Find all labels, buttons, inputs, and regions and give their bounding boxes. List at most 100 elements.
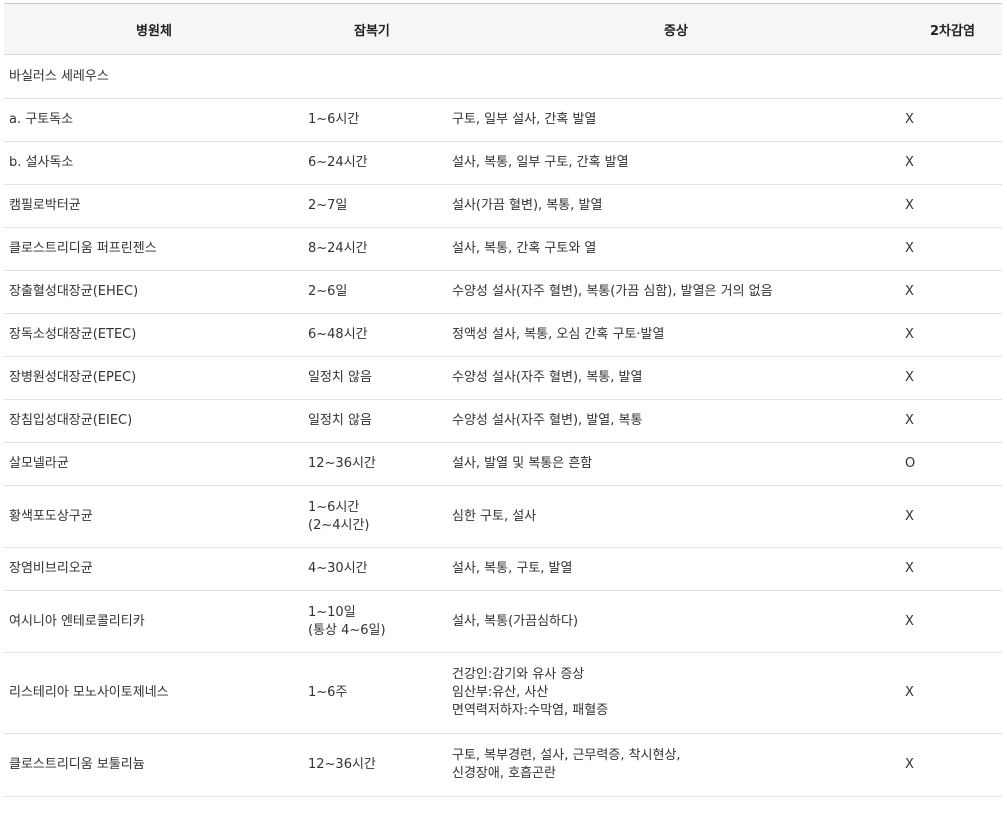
cell-pathogen: 장출혈성대장균(EHEC) [4,270,304,314]
table-header-row: 병원체 잠복기 증상 2차감염 [4,3,1002,55]
symptom-line: 설사, 복통, 간혹 구토와 열 [452,241,597,256]
cell-symptoms: 수양성 설사(자주 혈변), 발열, 복통 [452,399,905,443]
incubation-line: 1~6시간 [308,112,360,127]
group-row: 바실러스 세레우스 [4,54,1002,99]
incubation-line: 6~48시간 [308,327,368,342]
incubation-line: 2~7일 [308,198,348,213]
incubation-line: (통상 4~6일) [308,622,386,638]
cell-secondary-infection: X [905,547,1002,591]
group-row-label: 바실러스 세레우스 [4,54,1002,99]
cell-incubation: 1~6주 [304,652,452,734]
table-row: 장침입성대장균(EIEC) 일정치 않음 수양성 설사(자주 혈변), 발열, 복통… [4,399,1002,443]
symptom-line: 구토, 일부 설사, 간혹 발열 [452,112,597,127]
pathogen-table: 병원체 잠복기 증상 2차감염 바실러스 세레우스 a. 구토독소 1~6시간 구토… [4,3,1002,797]
cell-secondary-infection: X [905,313,1002,357]
cell-symptoms: 설사, 복통, 일부 구토, 간혹 발열 [452,141,905,185]
cell-pathogen: 황색포도상구균 [4,485,304,548]
cell-secondary-infection: X [905,733,1002,797]
cell-incubation: 2~7일 [304,184,452,228]
symptom-line: 심한 구토, 설사 [452,508,537,524]
symptom-line: 신경장애, 호흡곤란 [452,766,556,781]
cell-pathogen: 리스테리아 모노사이토제네스 [4,652,304,734]
incubation-line: 12~36시간 [308,757,376,772]
table-row: 장병원성대장균(EPEC) 일정치 않음 수양성 설사(자주 혈변), 복통, 발열… [4,356,1002,400]
header-secondary-infection: 2차감염 [905,3,1002,55]
cell-secondary-infection: X [905,270,1002,314]
cell-incubation: 일정치 않음 [304,356,452,400]
cell-secondary-infection: X [905,98,1002,142]
cell-symptoms: 수양성 설사(자주 혈변), 복통(가끔 심함), 발열은 거의 없음 [452,270,905,314]
symptom-line: 설사(가끔 혈변), 복통, 발열 [452,198,603,213]
cell-secondary-infection: X [905,590,1002,653]
symptom-line: 수양성 설사(자주 혈변), 발열, 복통 [452,413,643,428]
cell-pathogen: 살모넬라균 [4,442,304,486]
cell-secondary-infection: X [905,652,1002,734]
cell-symptoms: 수양성 설사(자주 혈변), 복통, 발열 [452,356,905,400]
header-incubation: 잠복기 [304,3,452,55]
incubation-line: 2~6일 [308,284,348,299]
cell-incubation: 6~48시간 [304,313,452,357]
cell-symptoms: 구토, 일부 설사, 간혹 발열 [452,98,905,142]
cell-incubation: 12~36시간 [304,733,452,797]
table-row: 캠필로박터균 2~7일 설사(가끔 혈변), 복통, 발열 X [4,184,1002,228]
cell-incubation: 1~6시간 [304,98,452,142]
table-row: 황색포도상구균 1~6시간 (2~4시간) 심한 구토, 설사 X [4,485,1002,548]
incubation-line: 1~6주 [308,685,348,700]
cell-incubation: 4~30시간 [304,547,452,591]
cell-pathogen: 장병원성대장균(EPEC) [4,356,304,400]
cell-secondary-infection: X [905,485,1002,548]
incubation-line: 6~24시간 [308,155,368,170]
cell-pathogen: 장침입성대장균(EIEC) [4,399,304,443]
cell-pathogen: 장염비브리오균 [4,547,304,591]
cell-secondary-infection: X [905,356,1002,400]
cell-symptoms: 설사(가끔 혈변), 복통, 발열 [452,184,905,228]
cell-symptoms: 설사, 복통, 구토, 발열 [452,547,905,591]
cell-incubation: 8~24시간 [304,227,452,271]
cell-pathogen: 여시니아 엔테로콜리티카 [4,590,304,653]
header-pathogen: 병원체 [4,3,304,55]
cell-symptoms: 정액성 설사, 복통, 오심 간혹 구토·발열 [452,313,905,357]
cell-secondary-infection: X [905,184,1002,228]
incubation-line: 일정치 않음 [308,370,372,385]
table-row: 장출혈성대장균(EHEC) 2~6일 수양성 설사(자주 혈변), 복통(가끔 심함… [4,270,1002,314]
cell-incubation: 1~10일 (통상 4~6일) [304,590,452,653]
table-body: 바실러스 세레우스 a. 구토독소 1~6시간 구토, 일부 설사, 간혹 발열 Xb… [4,54,1002,797]
symptom-line: 임산부:유산, 사산 [452,685,549,700]
cell-pathogen: 클로스트리디움 퍼프린젠스 [4,227,304,271]
symptom-line: 설사, 복통, 구토, 발열 [452,561,573,576]
table-row: 클로스트리디움 보툴리늄 12~36시간 구토, 복부경련, 설사, 근무력증, 착… [4,733,1002,797]
cell-symptoms: 건강인:감기와 유사 증상 임산부:유산, 사산 면역력저하자:수막염, 패혈증 [452,652,905,734]
cell-pathogen: 캠필로박터균 [4,184,304,228]
cell-symptoms: 설사, 복통(가끔심하다) [452,590,905,653]
cell-symptoms: 심한 구토, 설사 [452,485,905,548]
cell-incubation: 일정치 않음 [304,399,452,443]
symptom-line: 건강인:감기와 유사 증상 [452,667,585,682]
incubation-line: 8~24시간 [308,241,368,256]
cell-pathogen: a. 구토독소 [4,98,304,142]
table-row: 장독소성대장균(ETEC) 6~48시간 정액성 설사, 복통, 오심 간혹 구토·… [4,313,1002,357]
cell-pathogen: b. 설사독소 [4,141,304,185]
table-row: a. 구토독소 1~6시간 구토, 일부 설사, 간혹 발열 X [4,98,1002,142]
cell-pathogen: 장독소성대장균(ETEC) [4,313,304,357]
cell-secondary-infection: X [905,141,1002,185]
pathogen-table-container: 병원체 잠복기 증상 2차감염 바실러스 세레우스 a. 구토독소 1~6시간 구토… [4,3,1002,797]
cell-incubation: 2~6일 [304,270,452,314]
cell-symptoms: 설사, 복통, 간혹 구토와 열 [452,227,905,271]
cell-incubation: 12~36시간 [304,442,452,486]
cell-secondary-infection: X [905,399,1002,443]
incubation-line: 1~10일 [308,604,356,620]
incubation-line: (2~4시간) [308,517,370,533]
table-row: 살모넬라균 12~36시간 설사, 발열 및 복통은 흔함 O [4,442,1002,486]
cell-pathogen: 클로스트리디움 보툴리늄 [4,733,304,797]
cell-incubation: 1~6시간 (2~4시간) [304,485,452,548]
cell-secondary-infection: X [905,227,1002,271]
cell-symptoms: 구토, 복부경련, 설사, 근무력증, 착시현상, 신경장애, 호흡곤란 [452,733,905,797]
symptom-line: 정액성 설사, 복통, 오심 간혹 구토·발열 [452,327,665,342]
symptom-line: 설사, 복통, 일부 구토, 간혹 발열 [452,155,629,170]
table-row: 장염비브리오균 4~30시간 설사, 복통, 구토, 발열 X [4,547,1002,591]
incubation-line: 1~6시간 [308,499,360,515]
header-symptoms: 증상 [452,3,905,55]
symptom-line: 구토, 복부경련, 설사, 근무력증, 착시현상, [452,748,681,763]
symptom-line: 설사, 발열 및 복통은 흔함 [452,456,593,471]
symptom-line: 수양성 설사(자주 혈변), 복통, 발열 [452,370,643,385]
